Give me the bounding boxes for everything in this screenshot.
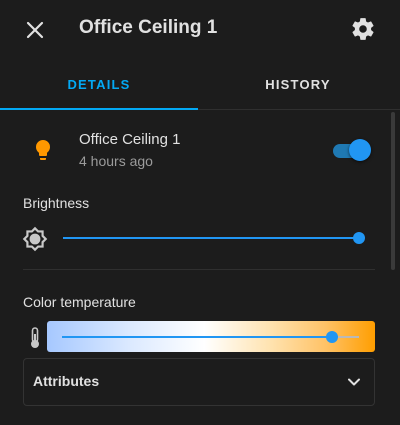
brightness-slider-thumb[interactable] <box>353 232 365 244</box>
close-button[interactable] <box>22 17 48 43</box>
settings-button[interactable] <box>350 16 376 42</box>
toggle-thumb <box>349 139 371 161</box>
color-temperature-label: Color temperature <box>23 294 136 310</box>
brightness-slider-track <box>63 237 359 239</box>
dialog-header: Office Ceiling 1 <box>0 0 400 60</box>
thermometer-icon <box>28 327 42 349</box>
last-changed-time: 4 hours ago <box>79 153 153 169</box>
active-tab-indicator <box>0 108 198 110</box>
brightness-label: Brightness <box>23 195 90 211</box>
section-divider <box>23 269 375 270</box>
gear-icon <box>352 18 374 40</box>
tab-bar: DETAILS HISTORY <box>0 60 400 110</box>
color-temperature-track <box>62 336 333 338</box>
tab-details[interactable]: DETAILS <box>0 60 198 109</box>
chevron-down-icon <box>346 374 362 390</box>
entity-name: Office Ceiling 1 <box>79 131 181 148</box>
lightbulb-icon <box>31 138 55 162</box>
attributes-expander[interactable]: Attributes <box>23 358 375 406</box>
close-icon <box>26 21 44 39</box>
light-toggle[interactable] <box>333 139 373 163</box>
sun-icon <box>22 226 48 252</box>
brightness-slider[interactable] <box>63 226 365 250</box>
color-temperature-slider[interactable] <box>47 321 375 352</box>
tab-history[interactable]: HISTORY <box>199 60 397 109</box>
attributes-label: Attributes <box>33 373 100 389</box>
dialog-title: Office Ceiling 1 <box>79 17 218 38</box>
entity-row: Office Ceiling 1 4 hours ago <box>0 125 400 175</box>
color-temperature-thumb[interactable] <box>326 331 339 343</box>
